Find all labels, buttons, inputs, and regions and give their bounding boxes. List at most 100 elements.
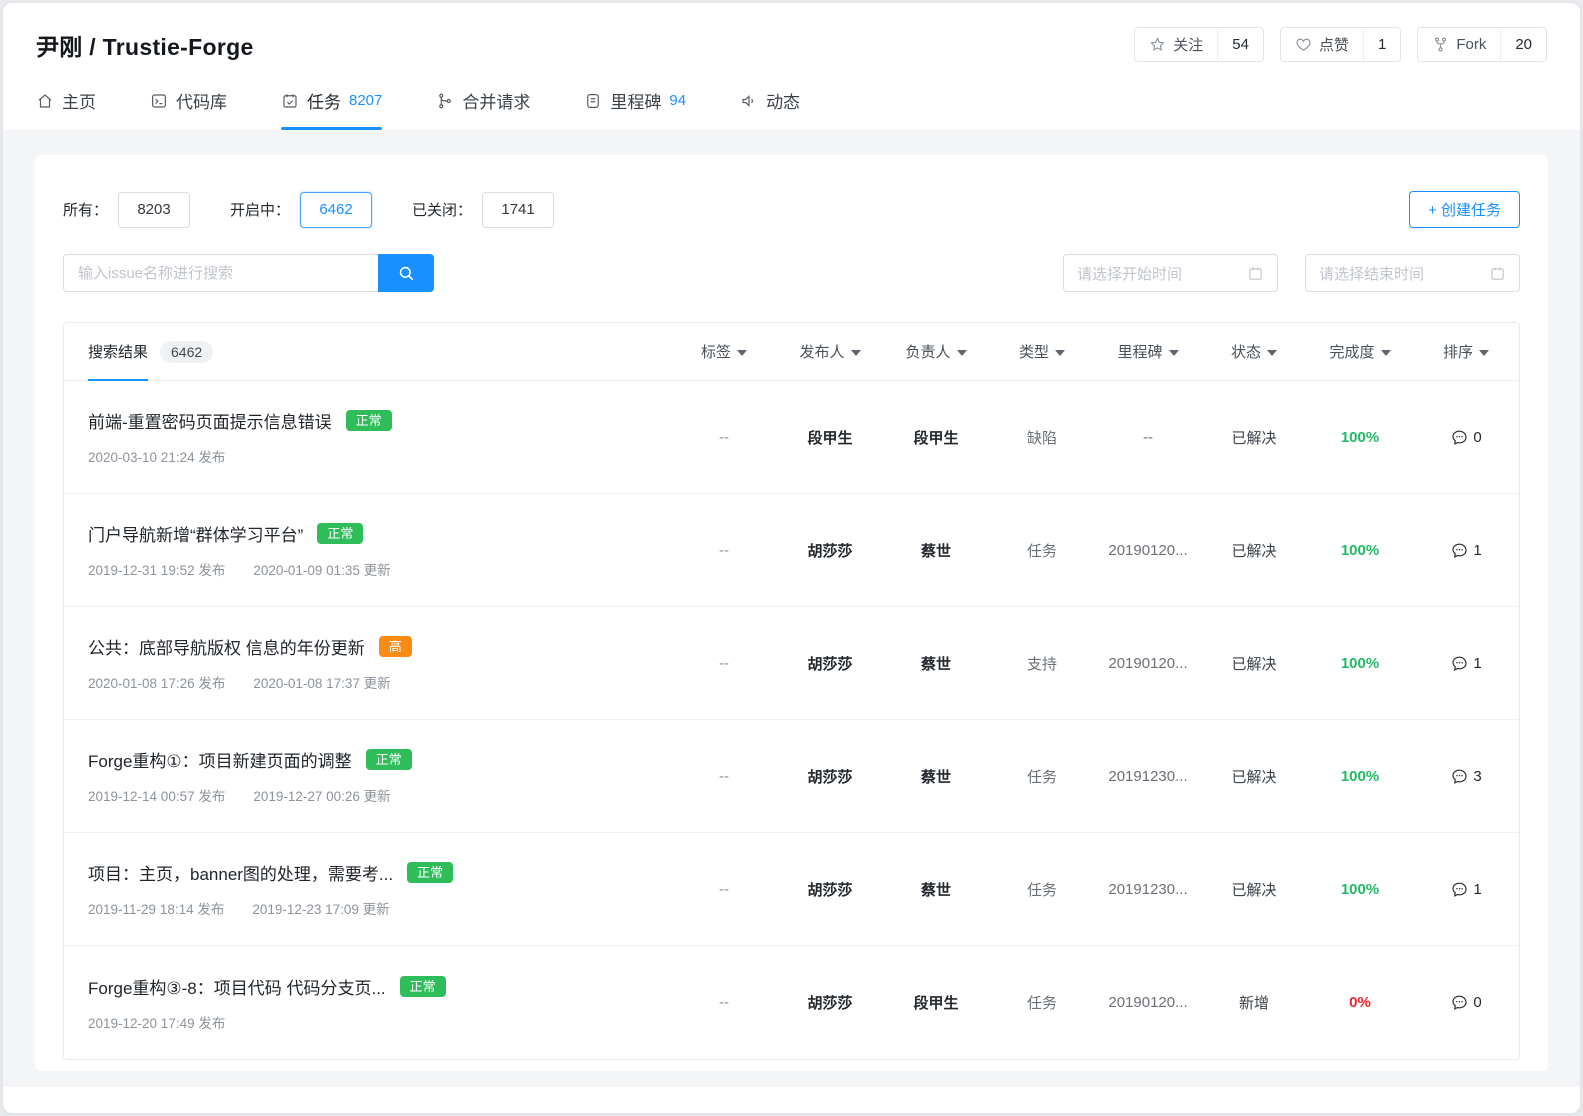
milestone-value: 20190120... — [1095, 542, 1201, 559]
tab-issues[interactable]: 任务 8207 — [281, 88, 382, 130]
type-value: 支持 — [989, 653, 1095, 674]
milestone-value: -- — [1095, 429, 1201, 446]
chevron-down-icon — [1169, 350, 1179, 356]
fork-count[interactable]: 20 — [1500, 28, 1546, 61]
column-publisher[interactable]: 发布人 — [777, 323, 883, 380]
tab-repository[interactable]: 代码库 — [150, 88, 227, 130]
milestone-value: 20191230... — [1095, 881, 1201, 898]
tab-label: 里程碑 — [610, 88, 661, 113]
search-input[interactable] — [63, 254, 378, 292]
publisher-value[interactable]: 胡莎莎 — [777, 992, 883, 1013]
tab-home[interactable]: 主页 — [36, 88, 96, 130]
tab-milestones[interactable]: 里程碑 94 — [584, 88, 686, 130]
comment-count: 1 — [1473, 655, 1481, 672]
create-issue-button[interactable]: + 创建任务 — [1409, 191, 1520, 228]
tag-value: -- — [671, 655, 777, 672]
status-value: 已解决 — [1201, 766, 1307, 787]
search-button[interactable] — [378, 254, 434, 292]
filter-all-count[interactable]: 8203 — [118, 192, 190, 228]
comment-icon — [1450, 541, 1469, 560]
comment-count: 1 — [1473, 881, 1481, 898]
column-sort[interactable]: 排序 — [1413, 323, 1519, 380]
filter-all-label: 所有： — [63, 199, 108, 220]
watch-button[interactable]: 关注 54 — [1134, 27, 1264, 62]
assignee-value[interactable]: 段甲生 — [883, 992, 989, 1013]
activity-icon — [740, 92, 758, 110]
comment-icon — [1450, 654, 1469, 673]
end-date-placeholder: 请选择结束时间 — [1319, 263, 1424, 284]
tag-value: -- — [671, 994, 777, 1011]
comments-button[interactable]: 1 — [1413, 541, 1519, 560]
search-icon — [397, 264, 416, 283]
publisher-value[interactable]: 胡莎莎 — [777, 766, 883, 787]
watch-label: 关注 — [1173, 34, 1203, 55]
praise-button[interactable]: 点赞 1 — [1280, 27, 1401, 62]
table-header: 搜索结果 6462 标签 发布人 负责人 类型 里程碑 状态 完成度 排序 — [64, 323, 1519, 381]
issue-title[interactable]: 项目：主页，banner图的处理，需要考... — [88, 860, 393, 885]
column-milestone[interactable]: 里程碑 — [1095, 323, 1201, 380]
issues-table: 搜索结果 6462 标签 发布人 负责人 类型 里程碑 状态 完成度 排序 — [63, 322, 1520, 1060]
start-date-picker[interactable]: 请选择开始时间 — [1063, 254, 1278, 292]
filter-closed-count[interactable]: 1741 — [482, 192, 554, 228]
tab-activity[interactable]: 动态 — [740, 88, 800, 130]
publisher-value[interactable]: 胡莎莎 — [777, 653, 883, 674]
page-header: 尹刚 / Trustie-Forge 关注 54 点赞 1 — [3, 3, 1580, 130]
tag-value: -- — [671, 429, 777, 446]
progress-value: 100% — [1307, 881, 1413, 898]
assignee-value[interactable]: 蔡世 — [883, 879, 989, 900]
assignee-value[interactable]: 蔡世 — [883, 653, 989, 674]
calendar-icon — [1489, 265, 1506, 282]
progress-value: 100% — [1307, 542, 1413, 559]
issue-title[interactable]: 公共：底部导航版权 信息的年份更新 — [88, 634, 365, 659]
status-badge: 正常 — [407, 862, 453, 883]
start-date-placeholder: 请选择开始时间 — [1077, 263, 1182, 284]
result-tab[interactable]: 搜索结果 — [88, 323, 148, 380]
page-title: 尹刚 / Trustie-Forge — [36, 28, 254, 62]
praise-count[interactable]: 1 — [1363, 28, 1400, 61]
issue-title[interactable]: 前端-重置密码页面提示信息错误 — [88, 408, 332, 433]
comments-button[interactable]: 3 — [1413, 767, 1519, 786]
publisher-value[interactable]: 胡莎莎 — [777, 540, 883, 561]
tab-pull-requests[interactable]: 合并请求 — [436, 88, 530, 130]
column-status[interactable]: 状态 — [1201, 323, 1307, 380]
result-count-badge: 6462 — [160, 341, 213, 363]
tab-label: 主页 — [62, 88, 96, 113]
priority-badge: 高 — [379, 636, 412, 657]
column-assignee[interactable]: 负责人 — [883, 323, 989, 380]
content-area: 所有： 8203 开启中： 6462 已关闭： 1741 + 创建任务 — [3, 130, 1580, 1087]
type-value: 任务 — [989, 766, 1095, 787]
publisher-value[interactable]: 胡莎莎 — [777, 879, 883, 900]
assignee-value[interactable]: 段甲生 — [883, 427, 989, 448]
filter-closed-label: 已关闭： — [412, 199, 472, 220]
status-value: 已解决 — [1201, 427, 1307, 448]
chevron-down-icon — [851, 350, 861, 356]
filter-open-count[interactable]: 6462 — [300, 192, 372, 228]
comments-button[interactable]: 1 — [1413, 654, 1519, 673]
column-type[interactable]: 类型 — [989, 323, 1095, 380]
issue-title[interactable]: 门户导航新增“群体学习平台” — [88, 521, 303, 546]
comments-button[interactable]: 1 — [1413, 880, 1519, 899]
tab-label: 任务 — [307, 88, 341, 113]
assignee-value[interactable]: 蔡世 — [883, 766, 989, 787]
column-progress[interactable]: 完成度 — [1307, 323, 1413, 380]
comment-count: 0 — [1473, 429, 1481, 446]
comments-button[interactable]: 0 — [1413, 428, 1519, 447]
issue-title[interactable]: Forge重构③-8：项目代码 代码分支页... — [88, 974, 386, 999]
home-icon — [36, 92, 54, 110]
watch-count[interactable]: 54 — [1217, 28, 1263, 61]
issue-title[interactable]: Forge重构①：项目新建页面的调整 — [88, 747, 352, 772]
tag-value: -- — [671, 881, 777, 898]
comment-icon — [1450, 428, 1469, 447]
search-row: 请选择开始时间 请选择结束时间 — [63, 254, 1520, 292]
fork-button[interactable]: Fork 20 — [1417, 27, 1547, 62]
assignee-value[interactable]: 蔡世 — [883, 540, 989, 561]
end-date-picker[interactable]: 请选择结束时间 — [1305, 254, 1520, 292]
column-tag[interactable]: 标签 — [671, 323, 777, 380]
status-badge: 正常 — [346, 410, 392, 431]
tab-label: 合并请求 — [462, 88, 530, 113]
star-icon — [1149, 36, 1166, 53]
chevron-down-icon — [1381, 350, 1391, 356]
publisher-value[interactable]: 段甲生 — [777, 427, 883, 448]
comments-button[interactable]: 0 — [1413, 993, 1519, 1012]
repo-actions: 关注 54 点赞 1 Fork 20 — [1134, 27, 1547, 62]
